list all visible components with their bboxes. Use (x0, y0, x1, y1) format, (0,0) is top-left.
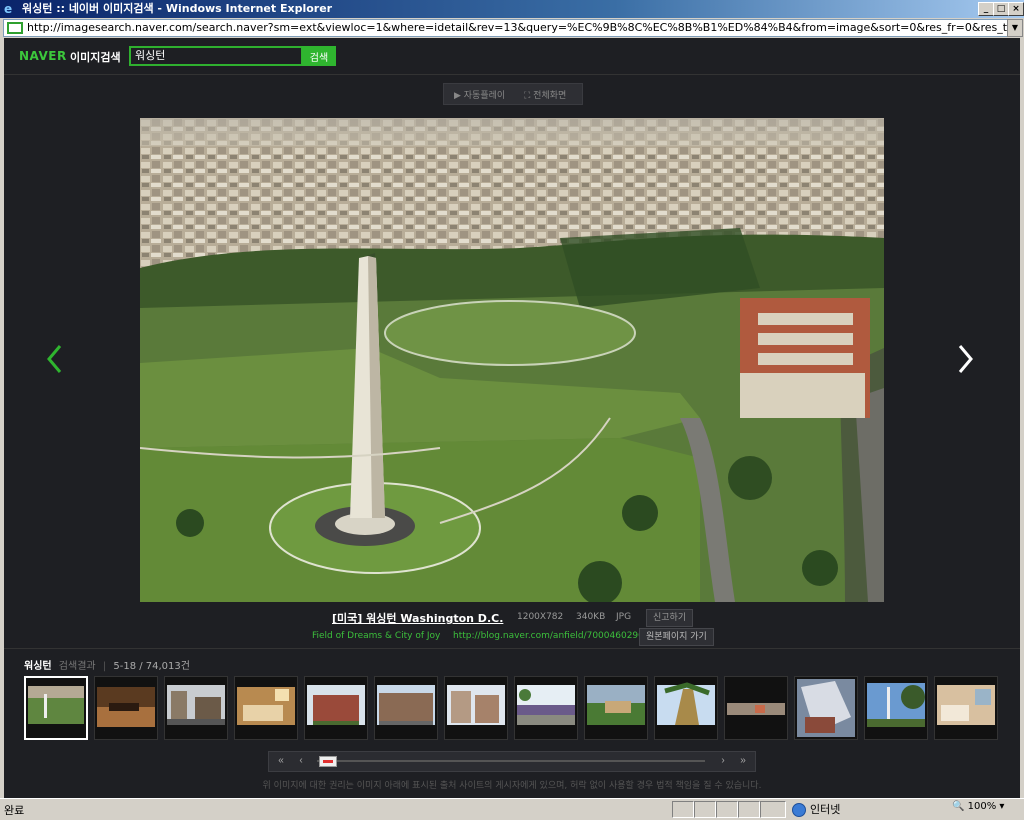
thumbnail-9[interactable] (584, 676, 648, 740)
close-button[interactable]: × (1008, 2, 1024, 16)
next-page-button[interactable]: › (715, 753, 731, 769)
page-icon (7, 22, 23, 34)
source-line: Field of Dreams & City of Joy http://blo… (4, 628, 1020, 646)
last-page-button[interactable]: » (735, 753, 751, 769)
ie-icon: e (4, 2, 13, 16)
chevron-right-icon (958, 345, 973, 373)
pager-handle[interactable] (319, 756, 337, 767)
thumbnail-3[interactable] (164, 676, 228, 740)
copyright-notice: 위 이미지에 대한 권리는 이미지 아래에 표시된 출처 사이트의 게시자에게 … (262, 781, 762, 791)
report-button[interactable]: 신고하기 (646, 609, 694, 627)
thumbnail-1[interactable] (24, 676, 88, 740)
minimize-button[interactable]: _ (978, 2, 994, 16)
address-field[interactable]: http://imagesearch.naver.com/search.nave… (3, 19, 1009, 37)
thumbnail-4[interactable] (234, 676, 298, 740)
divider (4, 648, 1020, 649)
thumbnail-6[interactable] (374, 676, 438, 740)
status-cell (738, 801, 760, 818)
status-cell (694, 801, 716, 818)
original-page-button[interactable]: 원본페이지 가기 (639, 628, 714, 646)
thumbnail-pager: « ‹ › » (268, 751, 756, 772)
status-bar: 완료 인터넷 🔍 100% ▾ (0, 798, 1024, 820)
status-cell (672, 801, 694, 818)
image-format: JPG (616, 612, 632, 622)
results-label: 검색결과 (58, 661, 96, 672)
results-query: 워싱턴 (24, 661, 52, 672)
fullscreen-button[interactable]: ⛶ 전체화면 (524, 88, 566, 101)
thumbnail-2[interactable] (94, 676, 158, 740)
results-count: 5-18 / 74,013건 (113, 661, 190, 672)
next-image-button[interactable] (954, 342, 976, 376)
address-dropdown-icon[interactable]: ▼ (1007, 19, 1023, 37)
results-header: 워싱턴 검색결과 | 5-18 / 74,013건 (24, 657, 190, 672)
image-size: 340KB (576, 612, 606, 622)
results-separator: | (102, 661, 107, 672)
search-input[interactable] (129, 46, 303, 66)
zoom-control[interactable]: 🔍 100% ▾ (952, 801, 1004, 812)
thumbnail-strip (24, 676, 1004, 742)
image-dimensions: 1200X782 (517, 612, 564, 622)
thumbnail-5[interactable] (304, 676, 368, 740)
window-titlebar: e 워싱턴 :: 네이버 이미지검색 - Windows Internet Ex… (0, 0, 1024, 18)
prev-page-button[interactable]: ‹ (293, 753, 309, 769)
pager-track[interactable] (317, 760, 705, 762)
globe-icon (792, 803, 806, 817)
maximize-button[interactable]: □ (993, 2, 1009, 16)
security-zone: 인터넷 (792, 801, 840, 817)
thumbnail-7[interactable] (444, 676, 508, 740)
status-cell (716, 801, 738, 818)
search-button[interactable]: 검색 (302, 46, 336, 66)
thumbnail-8[interactable] (514, 676, 578, 740)
address-bar: http://imagesearch.naver.com/search.nave… (0, 18, 1024, 38)
window-title: 워싱턴 :: 네이버 이미지검색 - Windows Internet Expl… (22, 2, 333, 15)
thumbnail-14[interactable] (934, 676, 998, 740)
first-page-button[interactable]: « (273, 753, 289, 769)
thumbnail-11[interactable] (724, 676, 788, 740)
slideshow-button[interactable]: ▶ 자동플레이 (454, 88, 505, 101)
zone-label: 인터넷 (810, 803, 841, 816)
zoom-level: 100% (967, 801, 997, 812)
thumbnail-10[interactable] (654, 676, 718, 740)
viewer-controls: ▶ 자동플레이 ⛶ 전체화면 (443, 83, 583, 105)
status-cell (760, 801, 786, 818)
thumbnail-13[interactable] (864, 676, 928, 740)
status-text: 완료 (4, 804, 25, 817)
thumbnail-12[interactable] (794, 676, 858, 740)
naver-logo[interactable]: NAVER (19, 49, 67, 63)
aerial-photo (140, 118, 884, 602)
service-title[interactable]: 이미지검색 (70, 49, 121, 65)
image-caption: [미국] 워싱턴 Washington D.C. 1200X782 340KB … (4, 608, 1020, 628)
image-title-link[interactable]: [미국] 워싱턴 Washington D.C. (332, 610, 503, 626)
main-image[interactable] (140, 118, 884, 602)
divider (4, 74, 1020, 75)
source-title-link[interactable]: Field of Dreams & City of Joy (312, 631, 440, 641)
page-content: NAVER 이미지검색 검색 ▶ 자동플레이 ⛶ 전체화면 (4, 38, 1020, 798)
source-url-link[interactable]: http://blog.naver.com/anfield/7000460290… (453, 631, 650, 641)
previous-image-button[interactable] (44, 342, 66, 376)
chevron-left-icon (47, 345, 62, 373)
address-url: http://imagesearch.naver.com/search.nave… (27, 21, 1008, 34)
